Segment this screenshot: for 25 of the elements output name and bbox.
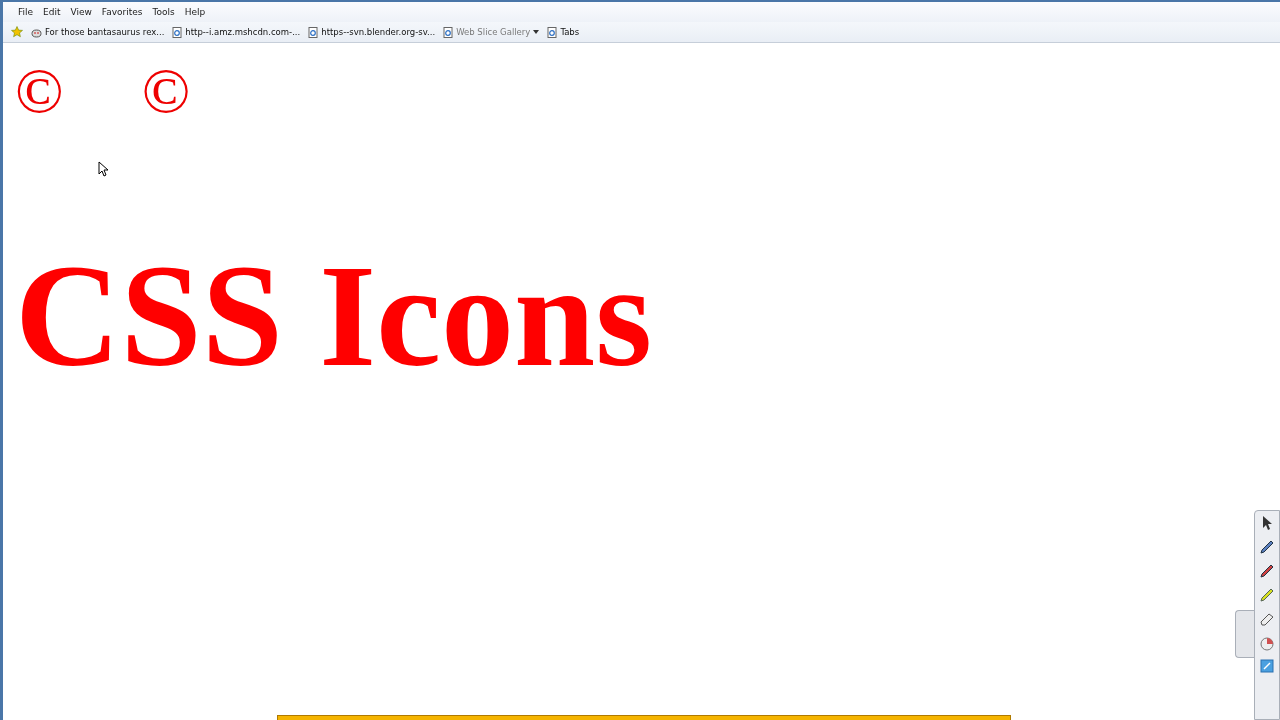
page-icon	[172, 26, 183, 38]
arrow-icon[interactable]	[1260, 515, 1274, 531]
pen-icon[interactable]	[1259, 539, 1275, 555]
favorites-link[interactable]: https--svn.blender.org-sv...	[308, 26, 436, 38]
menu-item[interactable]: Favorites	[96, 7, 148, 17]
favorites-link[interactable]: Tabs	[547, 26, 580, 38]
copyright-symbol: ©	[141, 61, 191, 121]
star-icon[interactable]	[11, 26, 23, 38]
pen-icon[interactable]	[1259, 563, 1275, 579]
mouse-cursor-icon	[98, 161, 108, 177]
menu-item[interactable]: View	[65, 7, 97, 17]
highlighter-icon[interactable]	[1259, 587, 1275, 603]
page-icon	[308, 26, 319, 38]
menu-item[interactable]: Tools	[147, 7, 180, 17]
feed-icon	[31, 26, 42, 38]
copyright-symbol: ©	[15, 61, 64, 121]
favorites-link[interactable]: For those bantasaurus rex...	[31, 26, 165, 38]
menu-item[interactable]: Help	[179, 7, 211, 17]
favorites-link[interactable]: http--i.amz.mshcdn.com-...	[172, 26, 301, 38]
page-icon	[547, 26, 558, 38]
menu-item[interactable]: Edit	[38, 7, 66, 17]
page-icon	[443, 26, 454, 38]
notepad-icon[interactable]	[1260, 659, 1274, 673]
page-heading: CSS Icons	[15, 241, 653, 391]
menu-item[interactable]: File	[13, 7, 39, 17]
